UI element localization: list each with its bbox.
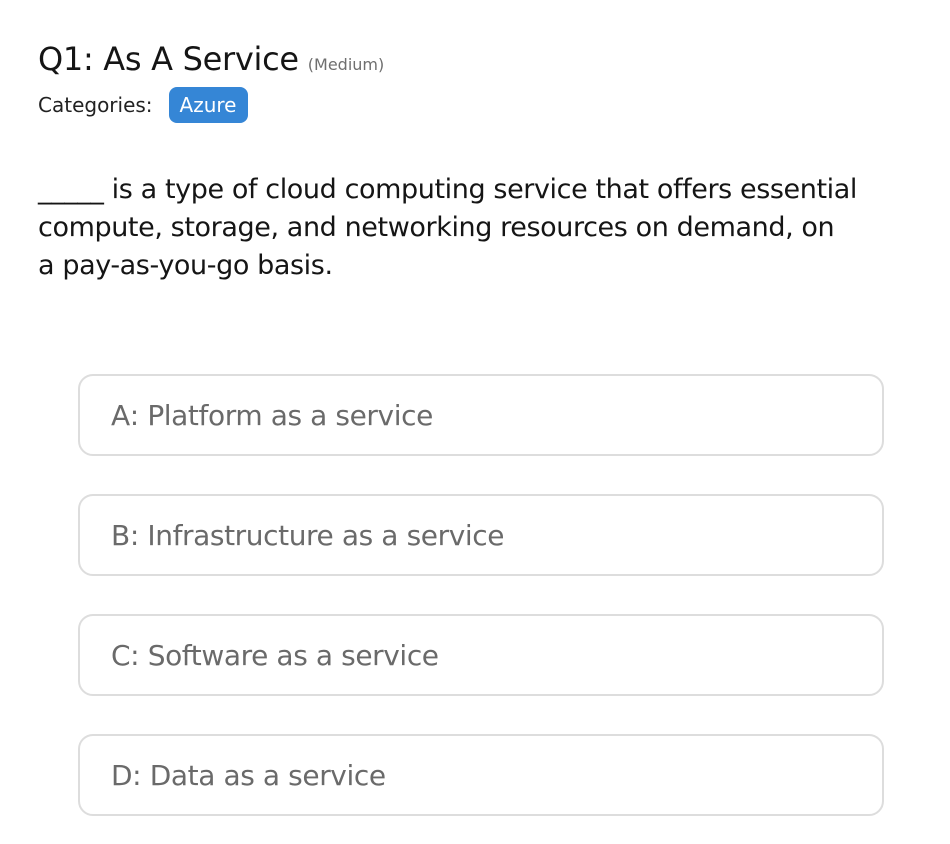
option-a-button[interactable]: A: Platform as a service [78,374,884,456]
question-text: _____ is a type of cloud computing servi… [38,174,858,281]
option-letter: D [111,758,133,792]
option-b-button[interactable]: B: Infrastructure as a service [78,494,884,576]
categories-label: Categories: [38,93,153,117]
option-label: Data as a service [149,758,386,792]
category-tag-azure[interactable]: Azure [168,87,248,123]
categories-row: Categories: Azure [38,86,898,124]
question-title: Q1: As A Service [38,40,299,78]
option-separator: : [130,638,148,672]
option-label: Software as a service [147,638,439,672]
question-header: Q1: As A Service (Medium) [38,40,898,78]
option-c-button[interactable]: C: Software as a service [78,614,884,696]
answer-options: A: Platform as a service B: Infrastructu… [78,374,884,844]
option-letter: C [111,638,131,672]
quiz-question-panel: Q1: As A Service (Medium) Categories: Az… [38,40,898,285]
option-letter: B [111,518,130,552]
option-separator: : [129,398,148,432]
option-label: Platform as a service [147,398,433,432]
option-label: Infrastructure as a service [147,518,505,552]
option-letter: A [111,398,130,432]
option-d-button[interactable]: D: Data as a service [78,734,884,816]
option-separator: : [132,758,150,792]
difficulty-label: (Medium) [307,55,385,74]
option-separator: : [129,518,148,552]
